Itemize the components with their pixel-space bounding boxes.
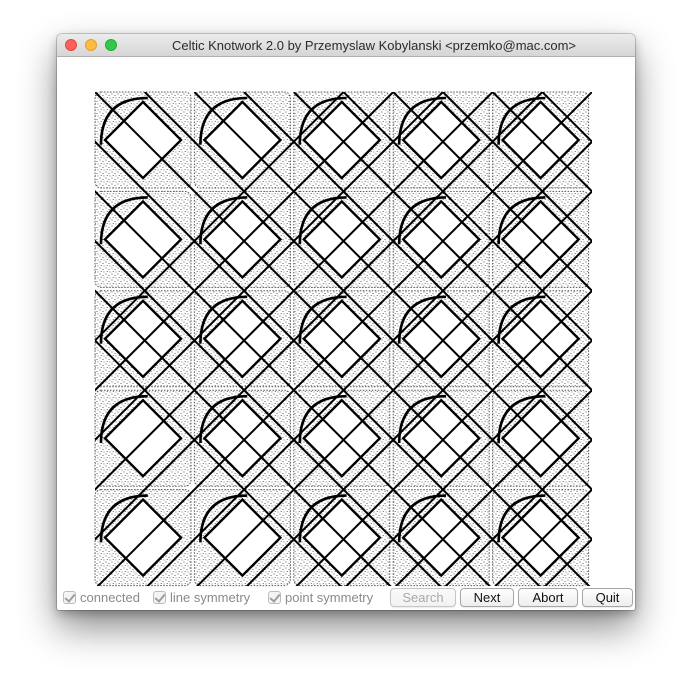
next-button[interactable]: Next xyxy=(460,588,514,607)
point-symmetry-label: point symmetry xyxy=(285,590,374,605)
title-bar[interactable]: Celtic Knotwork 2.0 by Przemyslaw Kobyla… xyxy=(57,34,635,57)
connected-label: connected xyxy=(80,590,140,605)
point-symmetry-checkbox[interactable]: point symmetry xyxy=(268,590,373,605)
control-bar: connected line symmetry point symmetry S… xyxy=(57,587,635,610)
braid-stroke xyxy=(592,92,635,589)
checkbox-box[interactable] xyxy=(63,591,76,604)
app-window: Celtic Knotwork 2.0 by Przemyslaw Kobyla… xyxy=(57,34,635,610)
knot-canvas xyxy=(57,57,635,605)
line-symmetry-label: line symmetry xyxy=(170,590,251,605)
abort-button[interactable]: Abort xyxy=(518,588,578,607)
connected-checkbox[interactable]: connected xyxy=(63,590,140,605)
quit-button[interactable]: Quit xyxy=(582,588,633,607)
knotwork-drawing xyxy=(94,91,635,589)
search-button[interactable]: Search xyxy=(390,588,456,607)
checkbox-box[interactable] xyxy=(153,591,166,604)
window-title: Celtic Knotwork 2.0 by Przemyslaw Kobyla… xyxy=(171,38,577,53)
checkbox-box[interactable] xyxy=(268,591,281,604)
line-symmetry-checkbox[interactable]: line symmetry xyxy=(153,590,250,605)
braid-stroke xyxy=(591,92,592,94)
